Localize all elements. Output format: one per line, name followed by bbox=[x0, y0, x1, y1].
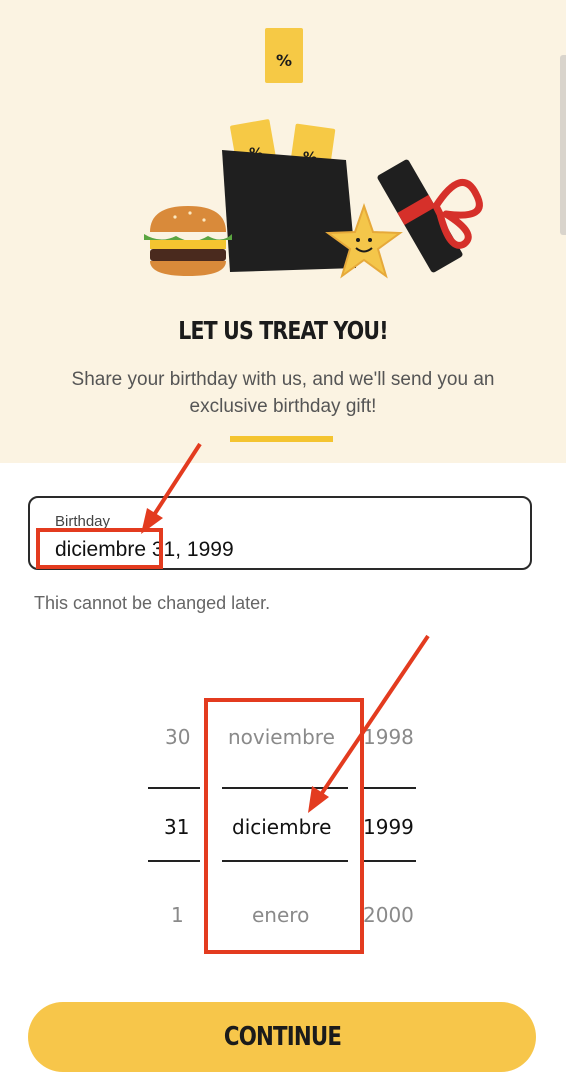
picker-year-next[interactable]: 2000 bbox=[363, 903, 414, 927]
picker-day-divider-bottom bbox=[148, 860, 200, 862]
title-underline bbox=[230, 436, 333, 442]
picker-year-divider-top bbox=[360, 787, 416, 789]
field-month-highlight bbox=[36, 528, 163, 569]
shopping-bag-icon bbox=[222, 150, 356, 272]
continue-button-label: CONTINUE bbox=[223, 1022, 341, 1052]
promo-description: Share your birthday with us, and we'll s… bbox=[71, 369, 495, 417]
burger-icon bbox=[144, 206, 232, 276]
picker-month-highlight bbox=[204, 698, 364, 954]
gift-illustration: % % % bbox=[144, 28, 483, 279]
continue-button[interactable]: CONTINUE bbox=[28, 1002, 536, 1072]
coupon-icon: % bbox=[265, 28, 303, 83]
picker-day-selected[interactable]: 31 bbox=[164, 815, 189, 839]
picker-year-divider-bottom bbox=[360, 860, 416, 862]
promo-title: LET US TREAT YOU! bbox=[178, 316, 388, 345]
picker-day-prev[interactable]: 30 bbox=[165, 725, 190, 749]
promo-header: % % % bbox=[0, 0, 566, 463]
svg-text:%: % bbox=[276, 51, 292, 70]
picker-year-selected[interactable]: 1999 bbox=[363, 815, 414, 839]
helper-text: This cannot be changed later. bbox=[34, 593, 271, 613]
picker-day-divider-top bbox=[148, 787, 200, 789]
picker-year-prev[interactable]: 1998 bbox=[363, 725, 414, 749]
picker-day-next[interactable]: 1 bbox=[171, 903, 184, 927]
gift-box-icon bbox=[377, 159, 483, 273]
